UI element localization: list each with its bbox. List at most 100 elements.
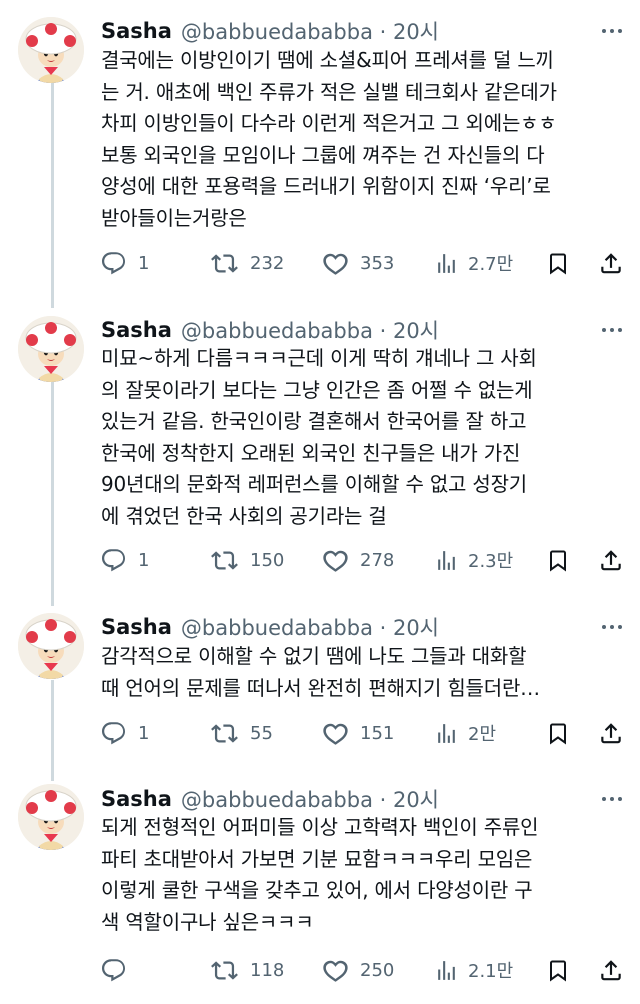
tweet-text-line: 색 역할이구나 싶은ㅋㅋㅋ: [101, 909, 314, 934]
tweet-text-line: 한국에 정착한지 오래된 외국인 친구들은 내가 가진: [101, 440, 521, 465]
like-count: 353: [360, 252, 395, 274]
reply-button[interactable]: 1: [100, 247, 149, 279]
handle-and-time[interactable]: @babbuedababba · 20시: [181, 315, 439, 345]
retweet-button[interactable]: 150: [210, 544, 284, 576]
tweet-text-line: 양성에 대한 포용력을 드러내기 위함이지 진짜 ‘우리’로: [101, 174, 551, 198]
avatar[interactable]: [18, 17, 84, 83]
tweet-text-line: 미묘~하게 다름ㅋㅋㅋ근데 이게 딱히 걔네나 그 사회: [101, 346, 537, 370]
heart-icon: [323, 960, 348, 982]
bookmark-button[interactable]: [546, 717, 570, 749]
retweet-icon: [211, 550, 238, 570]
bookmark-button[interactable]: [546, 247, 570, 279]
action-bar: 1 232 353 2.7만: [100, 247, 630, 279]
views-button[interactable]: 2.1만: [434, 954, 513, 986]
share-icon: [601, 959, 621, 980]
like-button[interactable]: 151: [322, 717, 394, 749]
views-icon: [438, 253, 455, 273]
tweet-text-line: 이렇게 쿨한 구색을 갖추고 있어, 에서 다양성이란 구: [101, 878, 533, 902]
retweet-button[interactable]: 118: [210, 954, 284, 986]
bookmark-button[interactable]: [546, 954, 570, 986]
reply-icon: [101, 251, 126, 274]
display-name[interactable]: Sasha: [101, 19, 172, 43]
more-icon[interactable]: [594, 18, 630, 44]
tweet-text: 결국에는 이방인이기 땜에 소셜&피어 프레셔를 덜 느끼 는 거. 애초에 백인…: [101, 45, 629, 234]
share-icon: [601, 722, 621, 743]
action-bar: 1 150 278 2.3만: [100, 544, 630, 576]
bookmark-button[interactable]: [546, 544, 570, 576]
views-button[interactable]: 2만: [434, 717, 496, 749]
retweet-button[interactable]: 55: [210, 717, 273, 749]
views-button[interactable]: 2.3만: [434, 544, 513, 576]
reply-button[interactable]: [100, 954, 138, 986]
toad-avatar-icon: [18, 613, 84, 679]
retweet-count: 55: [250, 722, 273, 744]
tweet-text: 감각적으로 이해할 수 없기 땜에 나도 그들과 대화할때 언어의 문제를 떠나…: [101, 641, 629, 704]
handle-and-time[interactable]: @babbuedababba · 20시: [181, 612, 439, 642]
toad-avatar-icon: [18, 784, 84, 850]
tweet-header: Sasha @babbuedababba · 20시: [101, 784, 439, 814]
share-button[interactable]: [598, 247, 624, 279]
share-button[interactable]: [598, 544, 624, 576]
tweet-text-line: 때 언어의 문제를 떠나서 완전히 편해지기 힘들더란…: [101, 675, 540, 700]
tweet-text-line: 차피 이방인들이 다수라 이런게 적은거고 그 외에는ㅎㅎ: [101, 111, 557, 135]
bookmark-icon: [550, 960, 566, 981]
thread-line: [51, 83, 54, 308]
display-name[interactable]: Sasha: [101, 615, 172, 639]
toad-avatar-icon: [18, 316, 84, 382]
handle-and-time[interactable]: @babbuedababba · 20시: [181, 784, 439, 814]
reply-count: 1: [138, 722, 150, 744]
views-button[interactable]: 2.7만: [434, 247, 513, 279]
views-icon: [438, 723, 455, 743]
retweet-count: 118: [250, 959, 285, 981]
reply-count: 1: [138, 549, 150, 571]
like-count: 278: [360, 549, 395, 571]
more-icon[interactable]: [594, 786, 630, 812]
retweet-button[interactable]: 232: [210, 247, 284, 279]
bookmark-icon: [550, 550, 566, 571]
retweet-count: 232: [250, 252, 285, 274]
reply-icon: [101, 958, 126, 981]
like-button[interactable]: 278: [322, 544, 394, 576]
retweet-count: 150: [250, 549, 285, 571]
view-count: 2만: [468, 724, 497, 745]
tweet-text-line: 받아들이는거랑은: [101, 205, 247, 230]
view-count: 2.7만: [468, 254, 514, 275]
avatar[interactable]: [18, 613, 84, 679]
more-icon[interactable]: [594, 614, 630, 640]
retweet-icon: [211, 960, 238, 980]
reply-button[interactable]: 1: [100, 717, 149, 749]
heart-icon: [323, 723, 348, 745]
handle-and-time[interactable]: @babbuedababba · 20시: [181, 16, 439, 46]
tweet-text-line: 파티 초대받아서 가보면 기분 묘함ㅋㅋㅋ우리 모임은: [101, 846, 533, 871]
avatar[interactable]: [18, 316, 84, 382]
tweet-text-line: 보통 외국인을 모임이나 그룹에 껴주는 건 자신들의 다: [101, 142, 545, 167]
views-icon: [438, 550, 455, 570]
avatar[interactable]: [18, 784, 84, 850]
tweet-text-line: 감각적으로 이해할 수 없기 땜에 나도 그들과 대화할: [101, 644, 527, 668]
share-button[interactable]: [598, 954, 624, 986]
display-name[interactable]: Sasha: [101, 787, 172, 811]
share-icon: [601, 549, 621, 570]
more-icon[interactable]: [594, 317, 630, 343]
reply-icon: [101, 721, 126, 744]
view-count: 2.3만: [468, 551, 514, 572]
tweet-text: 미묘~하게 다름ㅋㅋㅋ근데 이게 딱히 걔네나 그 사회 의 잘못이라기 보다는 …: [101, 343, 629, 532]
tweet-header: Sasha @babbuedababba · 20시: [101, 16, 439, 46]
share-button[interactable]: [598, 717, 624, 749]
like-count: 250: [360, 959, 395, 981]
action-bar: 1 55 151 2만: [100, 717, 630, 749]
action-bar: 118 250 2.1만: [100, 954, 630, 986]
bookmark-icon: [550, 723, 566, 744]
like-count: 151: [360, 722, 395, 744]
display-name[interactable]: Sasha: [101, 318, 172, 342]
retweet-icon: [211, 253, 238, 273]
heart-icon: [323, 253, 348, 275]
like-button[interactable]: 250: [322, 954, 394, 986]
reply-count: 1: [138, 252, 150, 274]
tweet-header: Sasha @babbuedababba · 20시: [101, 315, 439, 345]
tweet-text-line: 에 겪었던 한국 사회의 공기라는 걸: [101, 503, 387, 528]
tweet-header: Sasha @babbuedababba · 20시: [101, 612, 439, 642]
like-button[interactable]: 353: [322, 247, 394, 279]
share-icon: [601, 252, 621, 273]
reply-button[interactable]: 1: [100, 544, 149, 576]
